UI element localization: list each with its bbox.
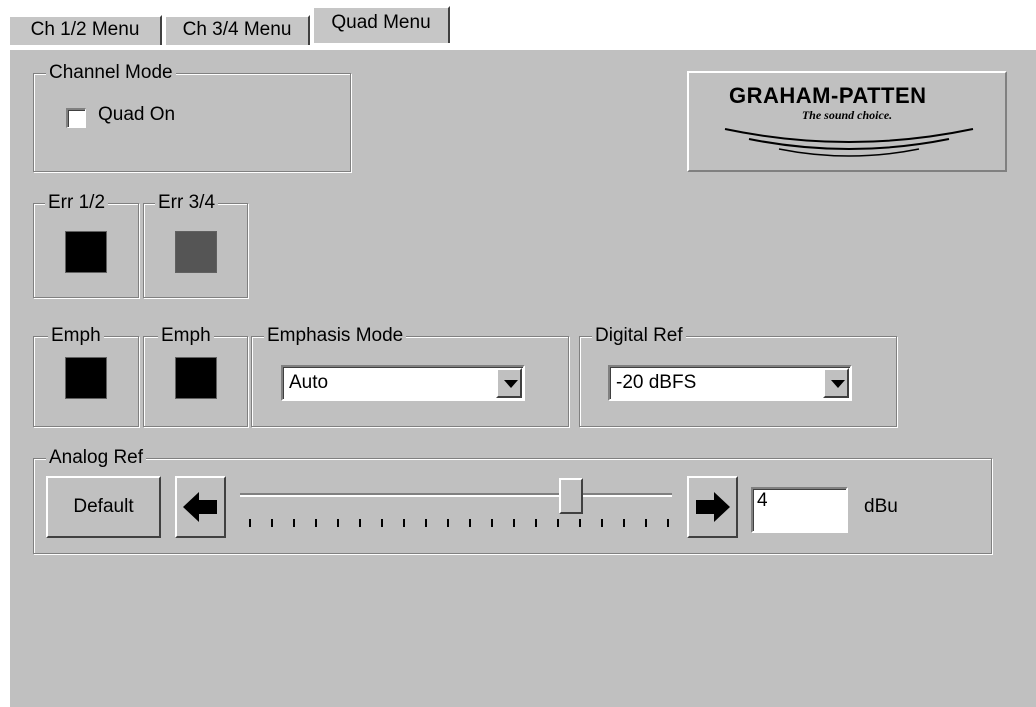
err-34-indicator: [175, 231, 217, 273]
slider-tick: [337, 519, 339, 527]
default-button-label: Default: [73, 496, 134, 517]
slider-tick: [667, 519, 669, 527]
decrease-button[interactable]: [175, 476, 226, 538]
channel-mode-title: Channel Mode: [46, 62, 176, 84]
default-button[interactable]: Default: [46, 476, 161, 538]
slider-tick: [557, 519, 559, 527]
quad-on-checkbox[interactable]: [66, 108, 86, 128]
slider-tick: [359, 519, 361, 527]
logo-swoosh-icon: [724, 128, 974, 157]
slider-ticks: [249, 519, 669, 531]
analog-ref-unit: dBu: [864, 496, 898, 517]
graham-patten-logo: GRAHAM-PATTEN The sound choice.: [687, 71, 1007, 172]
slider-tick: [469, 519, 471, 527]
chevron-down-icon: [831, 380, 845, 388]
err-34-label: Err 3/4: [155, 192, 219, 214]
slider-tick: [293, 519, 295, 527]
slider-tick: [249, 519, 251, 527]
emphasis-mode-dropdown-button[interactable]: [496, 368, 522, 398]
slider-tick: [447, 519, 449, 527]
chevron-down-icon: [504, 380, 518, 388]
emph-2-indicator: [175, 357, 217, 399]
emph-1-indicator: [65, 357, 107, 399]
slider-tick: [381, 519, 383, 527]
analog-ref-value-input[interactable]: 4: [751, 487, 848, 533]
slider-tick: [271, 519, 273, 527]
analog-ref-slider-thumb[interactable]: [558, 478, 583, 514]
emph-1-label: Emph: [48, 325, 104, 347]
slider-tick: [535, 519, 537, 527]
quad-on-label: Quad On: [98, 104, 176, 125]
slider-tick: [403, 519, 405, 527]
digital-ref-select[interactable]: -20 dBFS: [608, 365, 852, 401]
err-12-indicator: [65, 231, 107, 273]
slider-tick: [425, 519, 427, 527]
slider-tick: [623, 519, 625, 527]
analog-ref-slider-track[interactable]: [240, 493, 672, 497]
emphasis-mode-select[interactable]: Auto: [281, 365, 525, 401]
emph-2-label: Emph: [158, 325, 214, 347]
slider-tick: [579, 519, 581, 527]
analog-ref-title: Analog Ref: [46, 447, 147, 469]
slider-tick: [645, 519, 647, 527]
emphasis-mode-value: Auto: [289, 372, 329, 393]
slider-tick: [315, 519, 317, 527]
panel-content: Channel Mode Quad On GRAHAM-PATTEN The s…: [0, 0, 1036, 707]
digital-ref-value: -20 dBFS: [616, 372, 697, 393]
digital-ref-dropdown-button[interactable]: [823, 368, 849, 398]
slider-tick: [491, 519, 493, 527]
logo-brand: GRAHAM-PATTEN: [729, 83, 927, 108]
digital-ref-title: Digital Ref: [592, 325, 686, 347]
slider-tick: [513, 519, 515, 527]
arrow-right-icon: [696, 492, 730, 522]
arrow-left-icon: [183, 492, 217, 522]
err-12-label: Err 1/2: [45, 192, 109, 214]
emphasis-mode-title: Emphasis Mode: [264, 325, 407, 347]
slider-tick: [601, 519, 603, 527]
increase-button[interactable]: [687, 476, 738, 538]
